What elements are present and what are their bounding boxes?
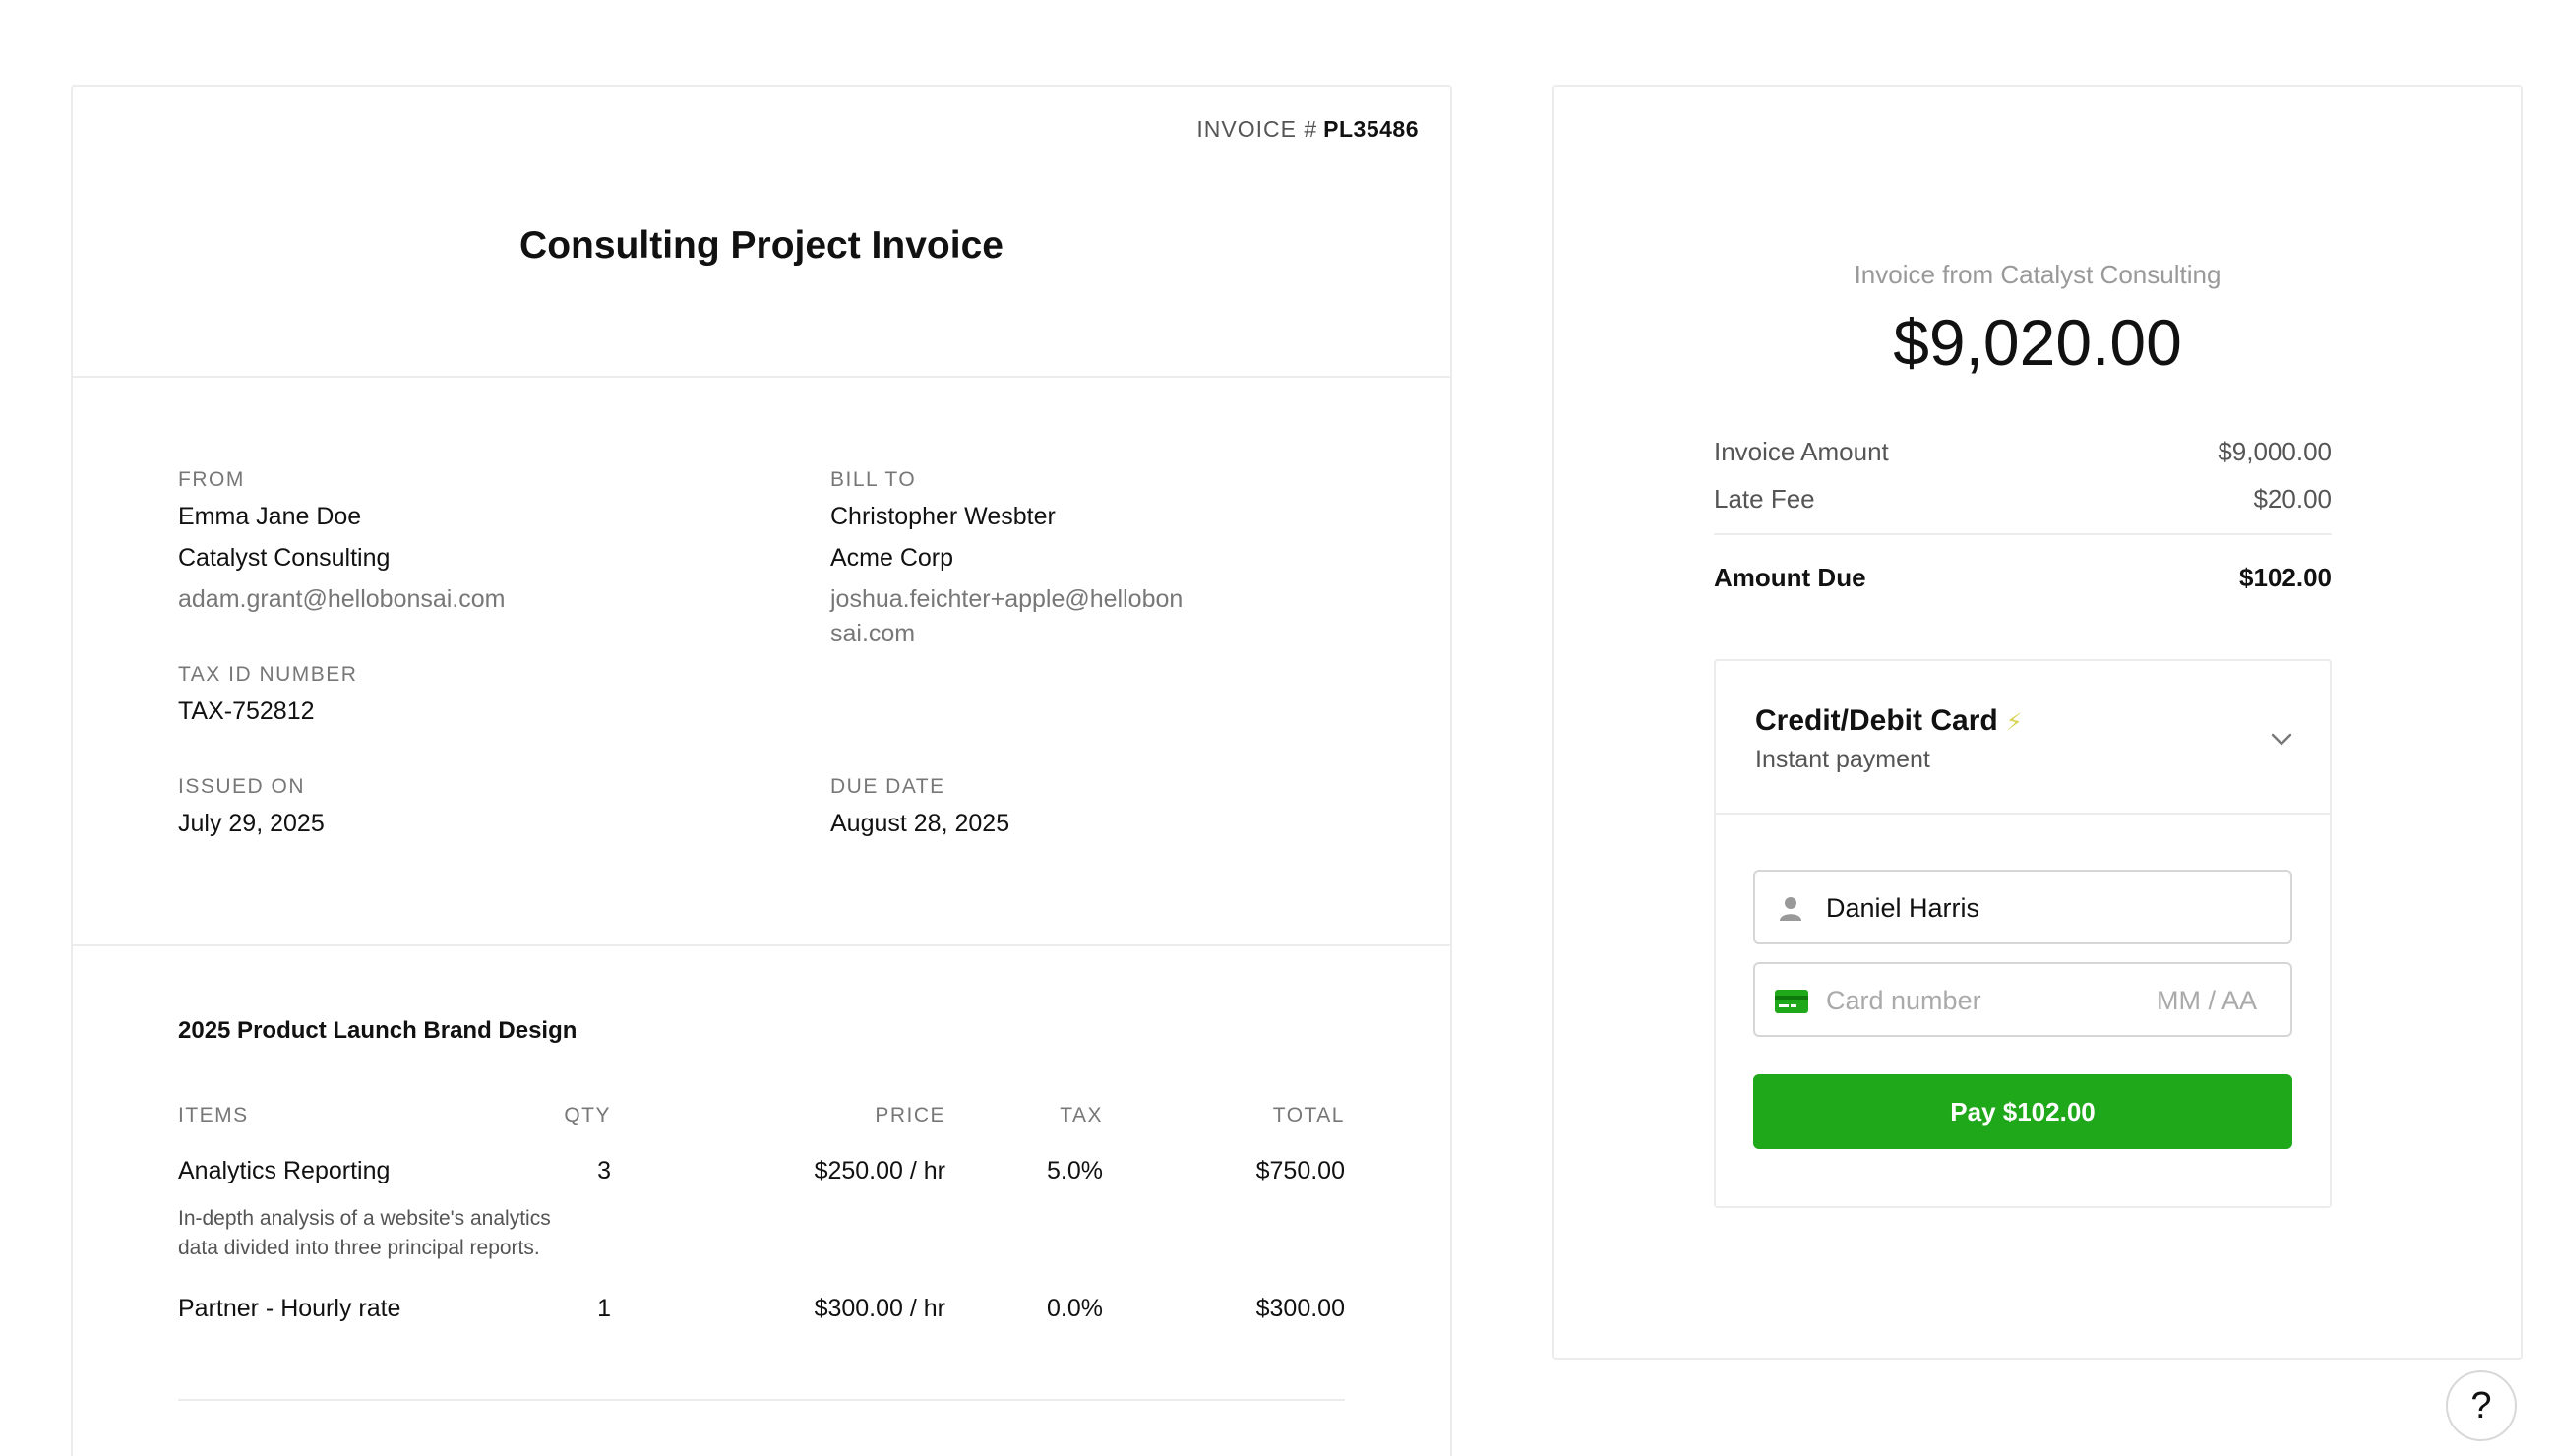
- invoice-parties: FROM Emma Jane Doe Catalyst Consulting a…: [73, 378, 1450, 946]
- issued-on-block: ISSUED ON July 29, 2025: [178, 775, 325, 844]
- amount-due-row: Amount Due $102.00: [1714, 563, 2332, 593]
- due-date-block: DUE DATE August 28, 2025: [830, 775, 1009, 844]
- row-description-line1: In-depth analysis of a website's analyti…: [178, 1207, 551, 1230]
- card-number-field[interactable]: Card number MM / AA: [1753, 962, 2292, 1037]
- bill-to-email-line2: sai.com: [830, 620, 916, 647]
- payment-method-box: Credit/Debit Card ⚡ Instant payment Danie…: [1714, 659, 2332, 1208]
- credit-card-icon: [1775, 990, 1808, 1013]
- col-items: ITEMS: [178, 1104, 249, 1126]
- row-price: $250.00 / hr: [814, 1157, 945, 1184]
- bill-to-name: Christopher Wesbter: [830, 503, 1056, 530]
- from-company: Catalyst Consulting: [178, 544, 391, 572]
- late-fee-label: Late Fee: [1714, 484, 1815, 514]
- table-row: Analytics Reporting 3 $250.00 / hr 5.0% …: [178, 1157, 1345, 1275]
- row-description-line2: data divided into three principal report…: [178, 1237, 540, 1259]
- total-amount: $9,020.00: [1893, 306, 2182, 379]
- bill-to-company: Acme Corp: [830, 544, 954, 572]
- items-divider: [178, 1399, 1345, 1401]
- invoice-amount-label: Invoice Amount: [1714, 437, 1889, 466]
- row-tax: 0.0%: [1047, 1295, 1103, 1322]
- row-total: $750.00: [1255, 1157, 1345, 1184]
- invoice-number-value: PL35486: [1323, 116, 1419, 142]
- row-description: In-depth analysis of a website's analyti…: [178, 1204, 611, 1263]
- summary-divider: [1714, 533, 2332, 535]
- card-number-placeholder: Card number: [1826, 986, 1981, 1015]
- tax-id-value: TAX-752812: [178, 698, 315, 725]
- pay-button[interactable]: Pay $102.00: [1753, 1074, 2292, 1149]
- late-fee-value: $20.00: [2253, 484, 2332, 514]
- from-label: FROM: [178, 468, 245, 491]
- row-item: Analytics Reporting: [178, 1157, 391, 1184]
- items-table-header: ITEMS QTY PRICE TAX TOTAL: [178, 1104, 1345, 1133]
- invoice-title: Consulting Project Invoice: [519, 224, 1004, 267]
- col-tax: TAX: [1060, 1104, 1103, 1126]
- row-price: $300.00 / hr: [814, 1295, 945, 1322]
- tax-id-block: TAX ID NUMBER TAX-752812: [178, 663, 357, 732]
- project-title: 2025 Product Launch Brand Design: [178, 1017, 578, 1044]
- help-button[interactable]: ?: [2446, 1370, 2517, 1441]
- invoice-number-label: INVOICE #: [1196, 116, 1318, 142]
- late-fee-row: Late Fee $20.00: [1714, 484, 2332, 515]
- card-expiry-placeholder[interactable]: MM / AA: [2157, 986, 2257, 1016]
- cardholder-name-field[interactable]: Daniel Harris: [1753, 870, 2292, 944]
- row-qty: 3: [597, 1157, 611, 1184]
- payment-method-label: Credit/Debit Card: [1755, 704, 1998, 737]
- row-total: $300.00: [1255, 1295, 1345, 1322]
- row-item: Partner - Hourly rate: [178, 1295, 401, 1322]
- row-tax: 5.0%: [1047, 1157, 1103, 1184]
- payment-method-title: Credit/Debit Card ⚡: [1755, 704, 2023, 738]
- lightning-icon: ⚡: [2005, 709, 2023, 736]
- due-date-label: DUE DATE: [830, 775, 945, 798]
- bill-to-label: BILL TO: [830, 468, 917, 491]
- bill-to-email-line1: joshua.feichter+apple@hellobon: [830, 585, 1184, 613]
- invoice-amount-row: Invoice Amount $9,000.00: [1714, 437, 2332, 467]
- chevron-down-icon[interactable]: [2269, 726, 2294, 752]
- issued-on-value: July 29, 2025: [178, 810, 325, 837]
- from-email: adam.grant@hellobonsai.com: [178, 585, 506, 613]
- amount-due-label: Amount Due: [1714, 563, 1866, 592]
- col-total: TOTAL: [1272, 1104, 1345, 1126]
- tax-id-label: TAX ID NUMBER: [178, 663, 358, 686]
- bill-to-block: BILL TO Christopher Wesbter Acme Corp jo…: [830, 468, 1183, 651]
- invoice-number: INVOICE # PL35486: [1196, 116, 1419, 143]
- invoice-from-label: Invoice from Catalyst Consulting: [1854, 260, 2221, 289]
- col-price: PRICE: [875, 1104, 945, 1126]
- from-block: FROM Emma Jane Doe Catalyst Consulting a…: [178, 468, 506, 620]
- col-qty: QTY: [564, 1104, 611, 1126]
- payment-method-selector[interactable]: Credit/Debit Card ⚡ Instant payment: [1716, 661, 2330, 815]
- invoice-amount-value: $9,000.00: [2218, 437, 2332, 466]
- row-qty: 1: [597, 1295, 611, 1322]
- invoice-header: INVOICE # PL35486 Consulting Project Invo…: [73, 87, 1450, 378]
- due-date-value: August 28, 2025: [830, 810, 1010, 837]
- payment-method-subtitle: Instant payment: [1755, 746, 1930, 773]
- invoice-document: INVOICE # PL35486 Consulting Project Invo…: [71, 85, 1452, 1456]
- table-row: Partner - Hourly rate 1 $300.00 / hr 0.0…: [178, 1295, 1345, 1334]
- payment-panel: Invoice from Catalyst Consulting $9,020.…: [1552, 85, 2523, 1360]
- cardholder-name-value: Daniel Harris: [1826, 893, 1980, 923]
- from-name: Emma Jane Doe: [178, 503, 362, 530]
- amount-due-value: $102.00: [2239, 563, 2332, 592]
- user-icon: [1780, 897, 1801, 921]
- issued-on-label: ISSUED ON: [178, 775, 306, 798]
